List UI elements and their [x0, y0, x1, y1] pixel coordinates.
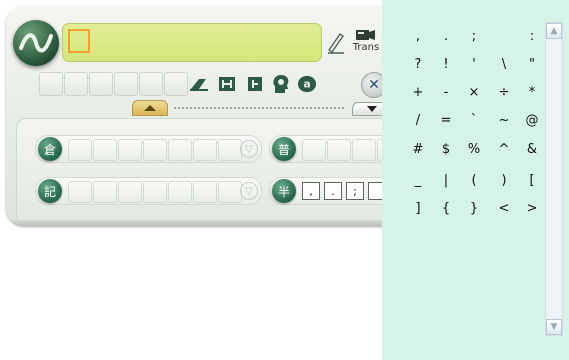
cangjie-badge-button[interactable]: 倉: [38, 137, 62, 161]
punct-key[interactable]: ,: [302, 182, 320, 200]
symbol-key[interactable]: >: [520, 200, 544, 218]
candidate-cell[interactable]: [327, 139, 351, 161]
symbol-key[interactable]: $: [434, 141, 458, 159]
symbol-key[interactable]: ~: [492, 112, 516, 130]
symbol-key[interactable]: %: [462, 141, 486, 159]
candidate-cell[interactable]: [143, 139, 167, 161]
candidate-cell[interactable]: [302, 139, 326, 161]
symbol-key[interactable]: ): [492, 172, 516, 190]
candidate-cell[interactable]: [168, 181, 192, 203]
symbol-key[interactable]: @: [520, 112, 544, 130]
wave-logo-icon: [19, 33, 53, 53]
blank-key[interactable]: [164, 72, 188, 96]
candidate-area: 倉 ▽ 普 記 ▽ 半 , . ;: [16, 118, 391, 224]
blank-key[interactable]: [89, 72, 113, 96]
symbol-key[interactable]: ;: [462, 28, 486, 46]
input-caret: [68, 29, 90, 53]
chevron-down-icon[interactable]: ▽: [240, 182, 258, 200]
dotted-divider: [174, 107, 344, 111]
svg-text:a: a: [303, 78, 310, 91]
input-method-group: 記 ▽: [35, 177, 262, 205]
symbol-key[interactable]: !: [434, 56, 458, 74]
symbol-key[interactable]: =: [434, 112, 458, 130]
symbol-key[interactable]: _: [406, 172, 430, 190]
candidate-cell[interactable]: [193, 139, 217, 161]
symbol-key[interactable]: (: [462, 172, 486, 190]
scroll-down-button[interactable]: ▼: [546, 319, 562, 335]
symbol-key[interactable]: <: [492, 200, 516, 218]
blank-key[interactable]: [64, 72, 88, 96]
trans-button[interactable]: Trans: [348, 28, 384, 62]
candidate-cell[interactable]: [193, 181, 217, 203]
ime-toolbar: Trans a ✕ 倉 ▽ 普 記 ▽ 半 , . ;: [6, 6, 391, 226]
toolbar-row: a ✕: [39, 70, 389, 102]
halfwidth-badge-button[interactable]: 半: [272, 179, 296, 203]
eraser-icon[interactable]: [189, 74, 209, 94]
fullwidth-icon[interactable]: [217, 74, 237, 94]
input-method-group: 半 , . ;: [269, 177, 391, 205]
ime-logo-button[interactable]: [13, 20, 59, 66]
input-method-group: 普: [269, 135, 391, 163]
tab-strip: [14, 100, 391, 116]
symbol-key[interactable]: +: [406, 84, 430, 102]
symbol-key[interactable]: ^: [492, 141, 516, 159]
symbol-key[interactable]: .: [434, 28, 458, 46]
scrollbar[interactable]: ▲ ▼: [545, 22, 563, 336]
symbol-key[interactable]: }: [462, 200, 486, 218]
symbol-key[interactable]: :: [520, 28, 544, 46]
symbol-key[interactable]: |: [434, 172, 458, 190]
candidate-cell[interactable]: [93, 139, 117, 161]
symbol-key[interactable]: &: [520, 141, 544, 159]
input-method-group: 倉 ▽: [35, 135, 262, 163]
symbol-key[interactable]: [492, 28, 516, 46]
symbol-key[interactable]: ×: [462, 84, 486, 102]
symbol-key[interactable]: ÷: [492, 84, 516, 102]
punct-key[interactable]: .: [324, 182, 342, 200]
pen-edit-icon[interactable]: [326, 30, 346, 58]
symbol-key[interactable]: ]: [406, 200, 430, 218]
symbol-key[interactable]: [: [520, 172, 544, 190]
chevron-down-icon[interactable]: ▽: [240, 140, 258, 158]
blank-key[interactable]: [39, 72, 63, 96]
composition-input[interactable]: [62, 23, 322, 62]
symbol-key[interactable]: `: [462, 112, 486, 130]
trans-icon: [356, 30, 375, 40]
symbol-key[interactable]: {: [434, 200, 458, 218]
symbol-key[interactable]: ,: [406, 28, 430, 46]
symbol-key[interactable]: ': [462, 56, 486, 74]
candidate-cell[interactable]: [168, 139, 192, 161]
memo-badge-button[interactable]: 記: [38, 179, 62, 203]
collapse-tab-button[interactable]: [132, 100, 168, 116]
symbol-key[interactable]: -: [434, 84, 458, 102]
halfwidth-icon[interactable]: [245, 74, 265, 94]
candidate-cell[interactable]: [93, 181, 117, 203]
candidate-cell[interactable]: [143, 181, 167, 203]
candidate-cell[interactable]: [68, 139, 92, 161]
symbol-key[interactable]: ": [520, 56, 544, 74]
help-head-icon[interactable]: [271, 74, 291, 94]
candidate-cell[interactable]: [218, 139, 242, 161]
close-icon: ✕: [368, 77, 380, 93]
symbol-key[interactable]: /: [406, 112, 430, 130]
blank-key[interactable]: [114, 72, 138, 96]
candidate-cell[interactable]: [118, 181, 142, 203]
at-sign-icon[interactable]: a: [297, 74, 317, 94]
symbol-key[interactable]: *: [520, 84, 544, 102]
symbol-panel: ,.;:?! ' \ " + - × ÷ * / = ` ~ @ # $% ^ & _ |()[]{} < >: [382, 0, 569, 360]
symbol-key[interactable]: \: [492, 56, 516, 74]
symbol-key[interactable]: #: [406, 141, 430, 159]
symbol-key[interactable]: ?: [406, 56, 430, 74]
trans-label: Trans: [352, 42, 380, 53]
candidate-cell[interactable]: [68, 181, 92, 203]
candidate-cell[interactable]: [352, 139, 376, 161]
punct-key[interactable]: ;: [346, 182, 364, 200]
putonghua-badge-button[interactable]: 普: [272, 137, 296, 161]
candidate-cell[interactable]: [118, 139, 142, 161]
blank-key[interactable]: [139, 72, 163, 96]
candidate-cell[interactable]: [218, 181, 242, 203]
scroll-up-button[interactable]: ▲: [546, 23, 562, 39]
